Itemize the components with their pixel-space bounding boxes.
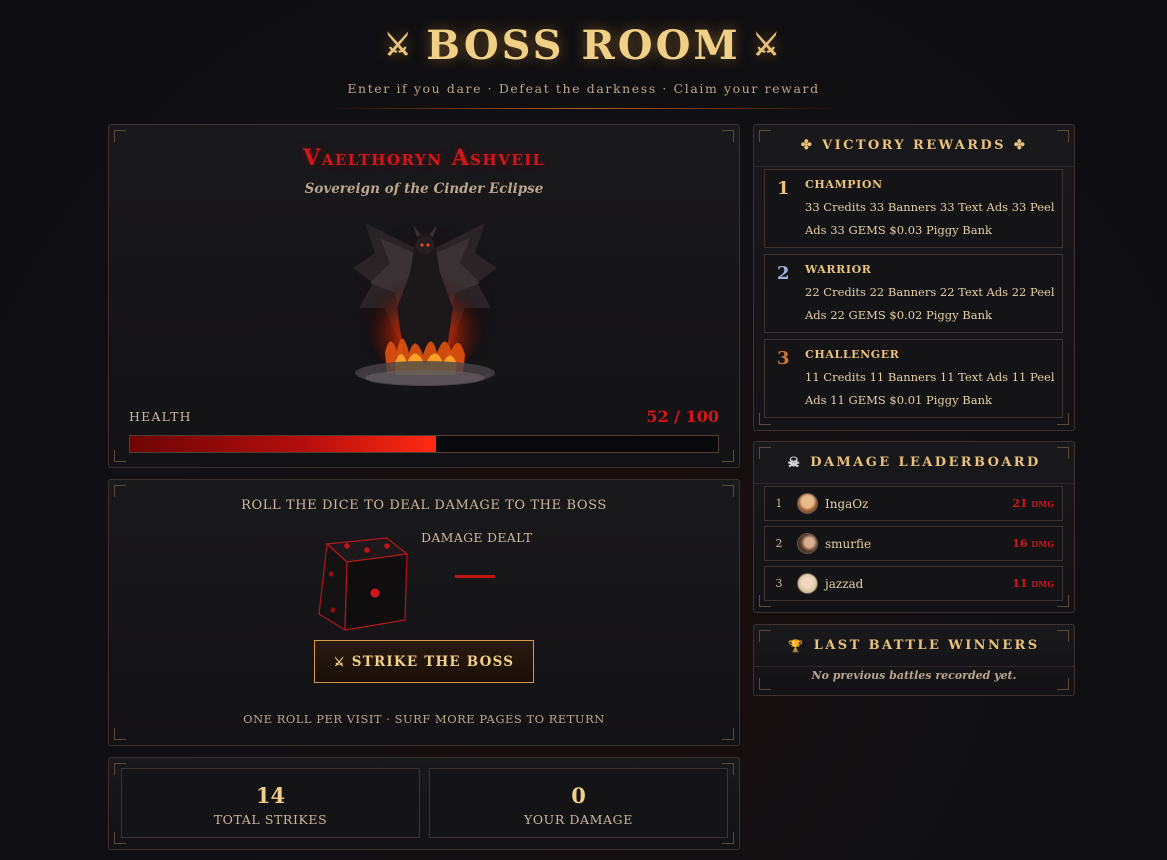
leaderboard-name: smurfie [825, 536, 872, 551]
stats-panel: 14 TOTAL STRIKES 0 YOUR DAMAGE [108, 757, 740, 850]
dice-panel: ROLL THE DICE TO DEAL DAMAGE TO THE BOSS… [108, 479, 740, 746]
leaderboard-row[interactable]: 3 jazzad 11 dmg [764, 566, 1063, 601]
boss-panel: Vaelthoryn Ashveil Sovereign of the Cind… [108, 124, 740, 468]
leaderboard-damage: 16 dmg [1012, 537, 1054, 550]
leaderboard-rank: 2 [775, 537, 783, 550]
strike-boss-label: STRIKE THE BOSS [351, 653, 515, 670]
reward-tier: 1 CHAMPION 33 Credits 33 Banners 33 Text… [764, 169, 1063, 248]
reward-rank: 1 [777, 178, 790, 199]
reward-title: CHAMPION [805, 178, 883, 191]
total-strikes-stat: 14 TOTAL STRIKES [121, 768, 420, 838]
reward-rank: 2 [777, 263, 790, 284]
victory-rewards-panel: ✤ VICTORY REWARDS ✤ 1 CHAMPION 33 Credit… [753, 124, 1075, 431]
header-divider [318, 108, 849, 109]
roll-note: ONE ROLL PER VISIT · SURF MORE PAGES TO … [243, 712, 605, 726]
damage-leaderboard-panel: ☠ DAMAGE LEADERBOARD 1 IngaOz 21 dmg 2 s… [753, 441, 1075, 613]
fleur-icon: ✤ [800, 138, 815, 153]
page-header: ⚔ BOSS ROOM ⚔ Enter if you dare · Defeat… [0, 22, 1167, 109]
boss-epithet: Sovereign of the Cinder Eclipse [304, 181, 544, 197]
reward-tier: 3 CHALLENGER 11 Credits 11 Banners 11 Te… [764, 339, 1063, 418]
avatar [797, 493, 818, 514]
damage-dealt-value [455, 575, 495, 578]
health-bar [129, 435, 719, 453]
victory-rewards-title: VICTORY REWARDS [822, 138, 1006, 153]
crossed-swords-icon: ⚔ [384, 28, 415, 63]
reward-rank: 3 [777, 348, 790, 369]
damage-leaderboard-title: DAMAGE LEADERBOARD [810, 455, 1041, 470]
leaderboard-row[interactable]: 1 IngaOz 21 dmg [764, 486, 1063, 521]
your-damage-label: YOUR DAMAGE [523, 812, 633, 827]
page-title-text: BOSS ROOM [426, 22, 741, 69]
strike-boss-button[interactable]: ⚔ STRIKE THE BOSS [314, 640, 534, 683]
trophy-icon: 🏆 [788, 638, 806, 653]
avatar [797, 533, 818, 554]
last-battle-winners-title: LAST BATTLE WINNERS [813, 638, 1040, 653]
leaderboard-row[interactable]: 2 smurfie 16 dmg [764, 526, 1063, 561]
leaderboard-rank: 1 [775, 497, 783, 510]
your-damage-stat: 0 YOUR DAMAGE [429, 768, 728, 838]
reward-tier: 2 WARRIOR 22 Credits 22 Banners 22 Text … [764, 254, 1063, 333]
reward-items: 22 Credits 22 Banners 22 Text Ads 22 Pee… [805, 285, 1055, 322]
damage-leaderboard-header: ☠ DAMAGE LEADERBOARD [754, 442, 1074, 484]
page-title: ⚔ BOSS ROOM ⚔ [384, 22, 782, 69]
your-damage-value: 0 [571, 783, 586, 808]
total-strikes-label: TOTAL STRIKES [213, 812, 328, 827]
total-strikes-value: 14 [255, 783, 286, 808]
leaderboard-damage: 11 dmg [1012, 577, 1054, 590]
last-battle-winners-header: 🏆 LAST BATTLE WINNERS [754, 625, 1074, 667]
roll-instructions: ROLL THE DICE TO DEAL DAMAGE TO THE BOSS [241, 498, 607, 513]
health-value: 52 / 100 [646, 407, 719, 426]
leaderboard-rank: 3 [775, 577, 783, 590]
fleur-icon: ✤ [1013, 138, 1028, 153]
crossed-swords-icon: ⚔ [752, 28, 783, 63]
last-battle-winners-panel: 🏆 LAST BATTLE WINNERS No previous battle… [753, 624, 1075, 696]
skull-icon: ☠ [787, 454, 803, 471]
dice-icon[interactable] [309, 532, 409, 632]
page-subtitle: Enter if you dare · Defeat the darkness … [347, 81, 820, 96]
no-battles-message: No previous battles recorded yet. [811, 669, 1017, 682]
damage-dealt-label: DAMAGE DEALT [421, 530, 533, 545]
reward-title: CHALLENGER [805, 348, 900, 361]
boss-image [345, 215, 505, 388]
reward-title: WARRIOR [805, 263, 872, 276]
reward-items: 33 Credits 33 Banners 33 Text Ads 33 Pee… [805, 200, 1055, 237]
leaderboard-damage: 21 dmg [1012, 497, 1054, 510]
leaderboard-name: IngaOz [825, 496, 869, 511]
health-bar-fill [130, 436, 436, 452]
health-label: HEALTH [129, 409, 192, 424]
leaderboard-name: jazzad [825, 576, 864, 591]
reward-items: 11 Credits 11 Banners 11 Text Ads 11 Pee… [805, 370, 1055, 407]
boss-name: Vaelthoryn Ashveil [303, 145, 545, 171]
victory-rewards-header: ✤ VICTORY REWARDS ✤ [754, 125, 1074, 167]
avatar [797, 573, 818, 594]
crossed-swords-icon: ⚔ [333, 654, 346, 669]
